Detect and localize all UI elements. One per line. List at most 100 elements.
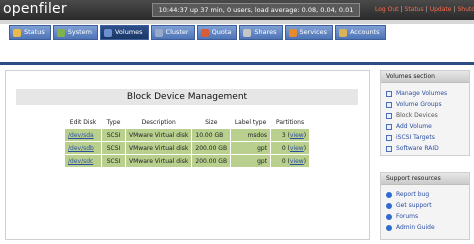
table-header-row: Edit Disk Type Description Size Label ty… [65,116,310,128]
tab-label: Shares [254,28,277,36]
sidebar-item-block-devices[interactable]: Block Devices [381,110,469,121]
status-icon [13,28,21,37]
tab-cluster[interactable]: Cluster [150,25,195,40]
sidebar-item-get-support[interactable]: Get support [381,200,469,211]
table-row: /dev/sda SCSI VMware Virtual disk 10.00 … [65,129,310,141]
disk-size: 200.00 GB [192,142,231,154]
view-partitions-link[interactable]: view [290,158,304,165]
accounts-icon [338,28,347,37]
guide-icon [386,224,392,231]
openfiler-logo: openfiler [3,1,67,17]
disk-type: SCSI [102,142,125,154]
status-link[interactable]: Status [405,4,424,16]
sidebar-item-forums[interactable]: Forums [381,211,469,222]
sidebar-item-iscsi-targets[interactable]: iSCSI Targets [381,132,469,143]
partition-count: 0 [281,144,286,152]
disk-type: SCSI [102,155,125,167]
support-resources-title: Support resources [381,173,469,185]
disk-size: 10.00 GB [192,129,231,141]
partitions-cell: 0 (view) [271,142,310,154]
view-partitions-link[interactable]: view [290,132,304,139]
sidebar-item-label: Software RAID [396,145,439,152]
header-bar: openfiler 10:44:37 up 37 min, 0 users, l… [0,0,474,20]
disk-label-type: gpt [231,142,271,154]
system-icon [56,28,65,37]
disk-type: SCSI [102,129,125,141]
tab-services[interactable]: Services [284,25,333,40]
tab-label: Services [299,28,327,36]
sidebar-item-software-raid[interactable]: Software RAID [381,143,469,154]
column-header-edit-disk: Edit Disk [65,116,101,128]
tab-label: Status [24,28,45,36]
partition-count: 0 [281,157,286,165]
column-header-description: Description [126,116,192,128]
tab-label: Cluster [165,28,189,36]
view-partitions-link[interactable]: view [290,145,304,152]
sidebar-item-label: Admin Guide [396,224,435,231]
openfiler-page: openfiler 10:44:37 up 37 min, 0 users, l… [0,0,474,244]
document-icon [386,145,392,152]
disk-label-type: gpt [231,155,271,167]
shares-icon [243,28,252,37]
sidebar-item-label: Block Devices [396,112,438,119]
edit-disk-link[interactable]: /dev/sdc [68,158,93,165]
sidebar-item-label: Forums [396,213,419,220]
shutdown-link[interactable]: Shutdown [457,4,474,16]
tab-underline [0,62,474,65]
document-icon [386,134,392,141]
tab-system[interactable]: System [52,25,98,40]
document-icon [386,90,392,97]
column-header-label-type: Label type [231,116,271,128]
services-icon [288,28,297,37]
support-resources-panel: Support resources Report bug Get support… [380,172,470,240]
volumes-section-title: Volumes section [381,71,469,83]
update-link[interactable]: Update [430,4,452,16]
bug-icon [386,191,392,198]
tab-accounts[interactable]: Accounts [334,25,386,40]
disk-size: 200.00 GB [192,155,231,167]
tab-status[interactable]: Status [9,25,51,40]
uptime-status: 10:44:37 up 37 min, 0 users, load averag… [152,3,360,17]
partition-count: 3 [281,131,286,139]
tab-shares[interactable]: Shares [239,25,283,40]
edit-disk-link[interactable]: /dev/sda [68,132,94,139]
tab-quota[interactable]: Quota [196,25,238,40]
tab-label: Accounts [349,28,380,36]
document-icon [386,101,392,108]
support-icon [386,202,392,209]
edit-disk-link[interactable]: /dev/sdb [68,145,94,152]
document-icon [386,123,392,130]
disk-description: VMware Virtual disk [126,155,192,167]
volumes-icon [103,28,112,37]
sidebar-item-label: iSCSI Targets [396,134,435,141]
tab-label: Volumes [114,28,143,36]
sidebar-item-manage-volumes[interactable]: Manage Volumes [381,88,469,99]
table-row: /dev/sdc SCSI VMware Virtual disk 200.00… [65,155,310,167]
sidebar-item-add-volume[interactable]: Add Volume [381,121,469,132]
sidebar-item-label: Add Volume [396,123,432,130]
logout-link[interactable]: Log Out [375,4,399,16]
forums-icon [386,213,392,220]
cluster-icon [154,28,163,37]
sidebar-item-label: Manage Volumes [396,90,448,97]
sidebar-item-volume-groups[interactable]: Volume Groups [381,99,469,110]
table-row: /dev/sdb SCSI VMware Virtual disk 200.00… [65,142,310,154]
disk-description: VMware Virtual disk [126,142,192,154]
sidebar-item-admin-guide[interactable]: Admin Guide [381,222,469,233]
sidebar-item-report-bug[interactable]: Report bug [381,189,469,200]
partitions-cell: 3 (view) [271,129,310,141]
quota-icon [200,28,209,37]
tab-volumes[interactable]: Volumes [99,25,149,40]
sidebar-item-label: Report bug [396,191,430,198]
column-header-type: Type [102,116,125,128]
main-tabs: Status System Volumes Cluster Quota Shar… [9,25,386,40]
partitions-cell: 0 (view) [271,155,310,167]
block-device-table: Edit Disk Type Description Size Label ty… [64,115,310,168]
disk-label-type: msdos [231,129,271,141]
tab-label: System [67,28,92,36]
disk-description: VMware Virtual disk [126,129,192,141]
sidebar-item-label: Volume Groups [396,101,442,108]
top-links: Log Out | Status | Update | Shutdown [375,4,474,16]
column-header-size: Size [192,116,231,128]
page-title: Block Device Management [16,89,358,105]
